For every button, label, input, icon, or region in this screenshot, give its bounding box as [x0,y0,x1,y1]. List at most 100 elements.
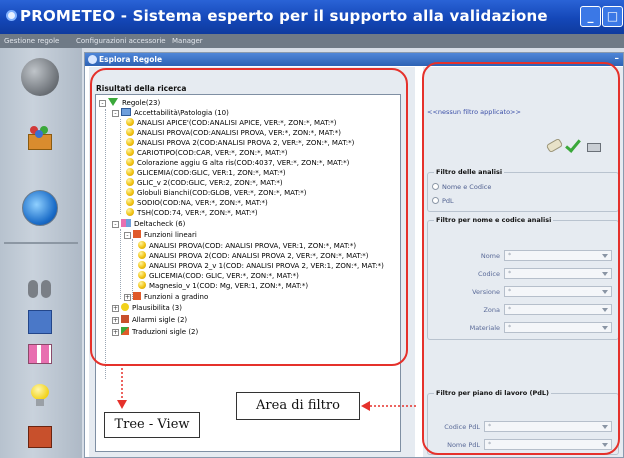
function-icon [133,230,141,238]
rule-icon [126,158,134,166]
tree-line [105,109,106,379]
filtro-analisi-label: Filtro delle analisi [434,168,505,176]
rule-icon [138,281,146,289]
filtro-nome-label: Filtro per nome e codice analisi [434,216,554,224]
tree-node-allarmi[interactable]: + Allarmi sigle (2) [112,315,187,325]
sphere-icon[interactable] [21,58,59,96]
tree-leaf[interactable]: GLICEMIA(COD: GLIC, VER:*, ZON:*, MAT:*) [138,271,299,281]
title-bar: PROMETEO - Sistema esperto per il suppor… [0,0,624,34]
rule-icon [126,118,134,126]
funnel-icon [108,98,118,106]
rule-icon [126,178,134,186]
radio-nome-codice[interactable]: Nome e Codice [432,183,491,191]
menu-manager[interactable]: Manager [172,34,203,48]
field-label-materiale: Materiale [469,324,500,332]
chevron-down-icon [602,272,608,276]
tree-leaf[interactable]: SODIO(COD:NA, VER:*, ZON:*, MAT:*) [126,198,268,208]
rule-icon [126,138,134,146]
tree-leaf[interactable]: ANALISI PROVA(COD: ANALISI PROVA, VER:1,… [138,241,356,251]
filtro-pdl-label: Filtro per piano di lavoro (PdL) [434,389,551,397]
tree-node-plausibilita[interactable]: + Plausibilita (3) [112,303,182,313]
filtro-nome-group: Filtro per nome e codice analisi Nome * … [427,216,619,340]
tree-leaf[interactable]: GLIC_v 2(COD:GLIC, VER:2, ZON:*, MAT:*) [126,178,283,188]
table-icon[interactable] [28,344,52,364]
radio-pdl[interactable]: PdL [432,197,454,205]
tree-leaf[interactable]: ANALISI PROVA 2(COD:ANALISI PROVA 2, VER… [126,138,354,148]
binoculars-icon[interactable] [28,276,52,298]
checkmark-icon[interactable] [565,136,581,153]
tree-leaf[interactable]: TSH(COD:74, VER:*, ZON:*, MAT:*) [126,208,258,218]
panel-icon [88,55,97,64]
rule-icon [138,251,146,259]
materiale-combo[interactable]: * [504,322,612,333]
filtro-analisi-group: Filtro delle analisi Nome e Codice PdL [427,168,619,212]
tree-node-accettabilita[interactable]: - Accettabilità\Patologia (10) [112,108,229,118]
translate-icon [121,327,129,335]
deltacheck-icon [121,219,131,227]
tree-line [120,229,121,299]
app-window: PROMETEO - Sistema esperto per il suppor… [0,0,624,458]
tree-root[interactable]: - Regole(23) [99,98,160,108]
eraser-icon[interactable] [545,137,564,154]
tree-node-funzioni-gradino[interactable]: + Funzioni a gradino [124,292,208,302]
gift-icon[interactable] [26,126,54,150]
tree-leaf[interactable]: ANALISI PROVA(COD:ANALISI PROVA, VER:*, … [126,128,341,138]
radio-circle [432,197,439,204]
tree-leaf[interactable]: ANALISI APICE'(COD:ANALISI APICE, VER:*,… [126,118,336,128]
codice-pdl-combo[interactable]: * [484,421,612,432]
field-label-nome: Nome [480,252,500,260]
chevron-down-icon [602,425,608,429]
field-label-codice-pdl: Codice PdL [444,423,480,431]
menu-bar: Gestione regole Configurazioni accessori… [0,34,624,48]
tree-leaf[interactable]: CARIOTIPO(COD:CAR, VER:*, ZON:*, MAT:*) [126,148,287,158]
rule-icon [138,241,146,249]
chevron-down-icon [602,290,608,294]
maximize-button[interactable]: □ [602,6,623,27]
sidebar [0,48,82,458]
no-filter-label: <<nessun filtro applicato>> [427,108,521,116]
tree-node-deltacheck[interactable]: - Deltacheck (6) [112,219,185,229]
panel-close-icon[interactable]: – [615,53,620,66]
lightbulb-icon[interactable] [31,384,49,406]
rule-icon [126,188,134,196]
radio-circle [432,183,439,190]
menu-gestione-regole[interactable]: Gestione regole [4,34,59,48]
tree-node-funzioni-lineari[interactable]: - Funzioni lineari [124,230,197,240]
field-label-versione: Versione [472,288,500,296]
rule-icon [126,128,134,136]
function-icon [133,292,141,300]
field-label-nome-pdl: Nome PdL [447,441,480,449]
tree-node-traduzioni[interactable]: + Traduzioni sigle (2) [112,327,198,337]
print-icon[interactable] [587,143,601,152]
chevron-down-icon [602,326,608,330]
menu-configurazioni[interactable]: Configurazioni accessorie [76,34,166,48]
filtro-pdl-group: Filtro per piano di lavoro (PdL) Codice … [427,389,619,455]
globe-icon[interactable] [22,190,58,226]
tree-leaf[interactable]: ANALISI PROVA 2(COD: ANALISI PROVA 2, VE… [138,251,369,261]
sidebar-separator [4,242,78,244]
versione-combo[interactable]: * [504,286,612,297]
tree-leaf[interactable]: ANALISI PROVA 2_v 1(COD: ANALISI PROVA 2… [138,261,384,271]
nome-combo[interactable]: * [504,250,612,261]
rule-icon [138,271,146,279]
calculator-icon[interactable] [28,426,52,448]
rule-icon [138,261,146,269]
app-icon [6,10,17,21]
minimize-button[interactable]: _ [580,6,601,27]
filter-area: <<nessun filtro applicato>> Filtro delle… [423,67,623,457]
tree-leaf[interactable]: Magnesio_v 1(COD: Mg, VER:1, ZON:*, MAT:… [138,281,308,291]
results-title: Risultati della ricerca [96,84,187,93]
tree-view-callout: Tree - View [104,412,200,438]
folder-icon [121,108,131,116]
nome-pdl-combo[interactable]: * [484,439,612,450]
codice-combo[interactable]: * [504,268,612,279]
tree-leaf[interactable]: Globuli Bianchi(COD:GLOB, VER:*, ZON:*, … [126,188,306,198]
zona-combo[interactable]: * [504,304,612,315]
tree-leaf[interactable]: GLICEMIA(COD:GLIC, VER:1, ZON:*, MAT:*) [126,168,286,178]
tree-line [132,239,133,299]
tree-leaf[interactable]: Colorazione aggiu G alta ris(COD:4037, V… [126,158,349,168]
field-label-zona: Zona [483,306,500,314]
maximize-icon: □ [606,9,619,23]
grid-chart-icon[interactable] [28,310,52,334]
rule-icon [126,148,134,156]
